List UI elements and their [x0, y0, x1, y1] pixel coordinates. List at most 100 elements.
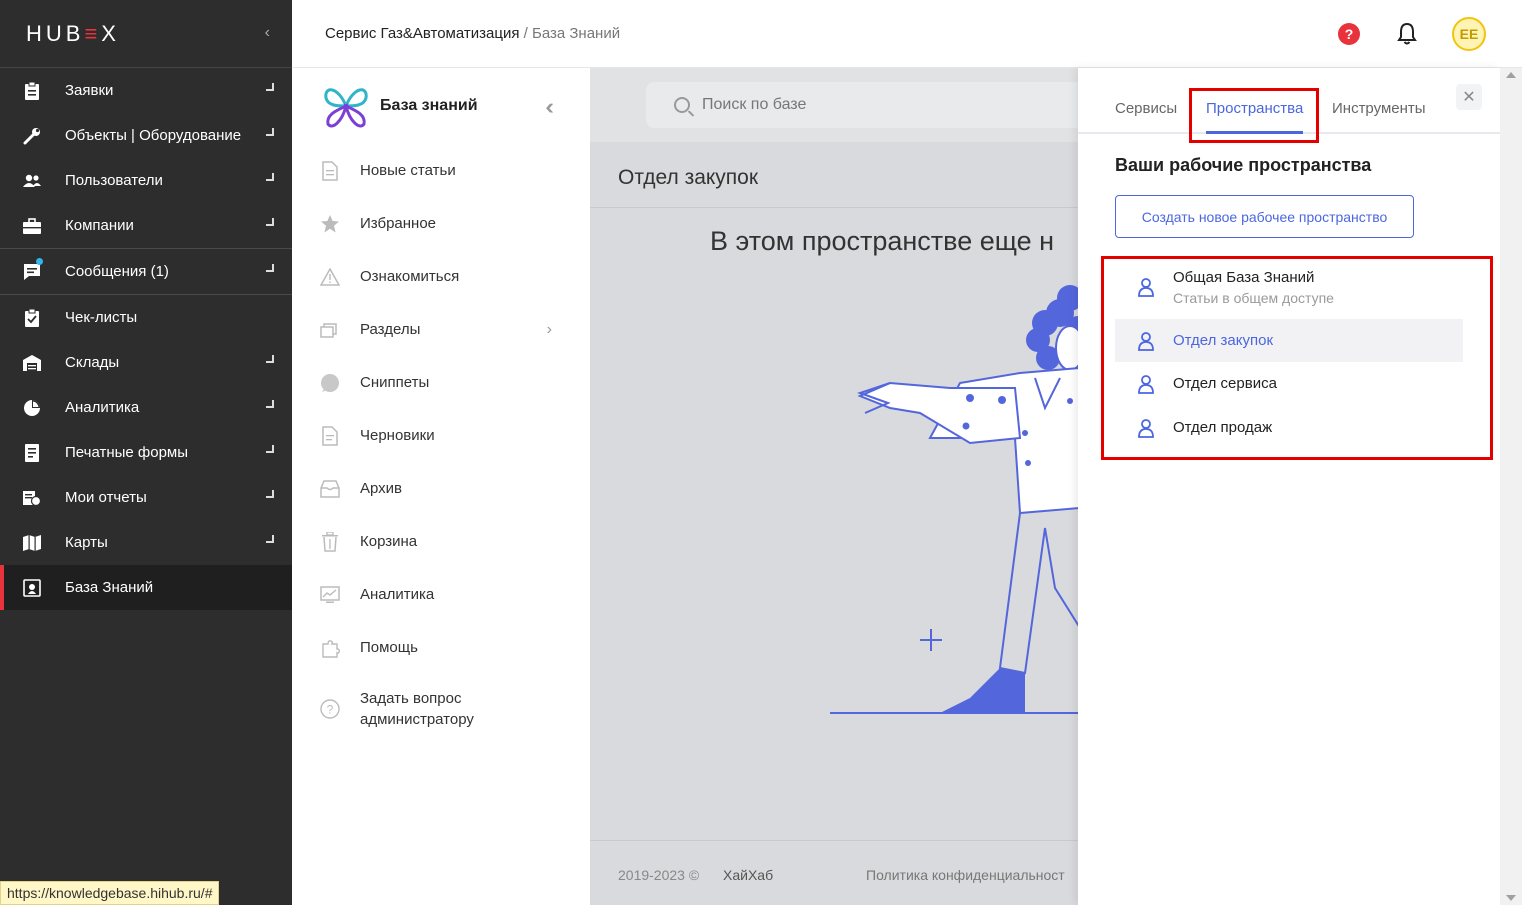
search-input[interactable]: Поиск по базе — [646, 82, 1078, 128]
unread-badge — [36, 258, 43, 265]
kb-item-label: Разделы — [360, 321, 421, 338]
kb-collapse-icon[interactable]: ‹‹ — [545, 94, 553, 120]
trash-icon — [320, 531, 340, 552]
sidebar-item-print-forms[interactable]: Печатные формы — [0, 430, 292, 475]
kb-item-review[interactable]: Ознакомиться — [292, 250, 590, 303]
sidebar-item-analytics[interactable]: Аналитика — [0, 385, 292, 430]
page-scrollbar[interactable] — [1500, 68, 1522, 905]
logo-bar: HUB≡X ‹ — [0, 0, 292, 68]
sidebar-item-label: Чек-листы — [65, 309, 138, 326]
kb-item-sections[interactable]: Разделы › — [292, 303, 590, 356]
pie-chart-icon — [22, 398, 42, 418]
workspace-item-general[interactable]: Общая База Знаний Статьи в общем доступе — [1115, 262, 1463, 312]
print-form-icon — [22, 443, 42, 463]
kb-item-drafts[interactable]: Черновики — [292, 409, 590, 462]
breadcrumb: Сервис Газ&Автоматизация / База Знаний — [325, 25, 620, 42]
create-workspace-button[interactable]: Создать новое рабочее пространство — [1115, 195, 1414, 238]
kb-item-label: Избранное — [360, 215, 437, 232]
workspace-item-sales[interactable]: Отдел продаж — [1115, 406, 1463, 449]
sidebar-item-my-reports[interactable]: Мои отчеты — [0, 475, 292, 520]
sidebar-item-objects[interactable]: Объекты | Оборудование — [0, 113, 292, 158]
top-header: Сервис Газ&Автоматизация / База Знаний ?… — [292, 0, 1522, 68]
panel-tabs: Сервисы Пространства Инструменты ✕ — [1078, 68, 1500, 143]
tab-services[interactable]: Сервисы — [1115, 100, 1177, 117]
user-avatar[interactable]: EE — [1452, 17, 1486, 51]
knowledge-icon — [22, 578, 42, 598]
document-icon — [320, 160, 340, 181]
bell-icon[interactable] — [1396, 22, 1418, 46]
scroll-down-icon[interactable] — [1506, 895, 1516, 901]
sidebar-item-label: Склады — [65, 354, 120, 371]
sidebar-item-users[interactable]: Пользователи — [0, 158, 292, 203]
sidebar-item-label: Заявки — [65, 82, 114, 99]
sidebar-collapse-icon[interactable]: ‹ — [265, 24, 270, 42]
kb-header: База знаний ‹‹ — [292, 68, 590, 144]
question-icon: ? — [320, 699, 340, 719]
sidebar-item-label: Мои отчеты — [65, 489, 147, 506]
kb-item-trash[interactable]: Корзина — [292, 515, 590, 568]
draft-icon — [320, 425, 340, 446]
reports-icon — [22, 488, 42, 508]
expand-icon — [266, 445, 274, 453]
kb-item-ask-admin[interactable]: ? Задать вопрос администратору — [292, 674, 590, 744]
users-icon — [22, 171, 42, 191]
kb-item-label: Черновики — [360, 427, 435, 444]
person-icon — [1138, 374, 1154, 394]
kb-item-new-articles[interactable]: Новые статьи — [292, 144, 590, 197]
scroll-up-icon[interactable] — [1506, 72, 1516, 78]
sidebar-item-knowledge-base[interactable]: База Знаний — [0, 565, 292, 610]
expand-icon — [266, 83, 274, 91]
sidebar-item-maps[interactable]: Карты — [0, 520, 292, 565]
kb-item-label: Новые статьи — [360, 162, 456, 179]
kb-item-favorites[interactable]: Избранное — [292, 197, 590, 250]
archive-icon — [320, 479, 340, 499]
workspace-name: Отдел закупок — [1173, 332, 1274, 349]
sidebar-item-checklists[interactable]: Чек-листы — [0, 295, 292, 340]
sidebar-item-label: Аналитика — [65, 399, 140, 416]
chevron-right-icon[interactable]: › — [547, 321, 552, 339]
hubex-logo[interactable]: HUB≡X — [26, 21, 120, 47]
close-icon[interactable]: ✕ — [1456, 84, 1482, 110]
tab-highlight-frame — [1189, 88, 1319, 143]
search-icon — [674, 97, 690, 113]
workspace-name: Отдел сервиса — [1173, 375, 1277, 392]
expand-icon — [266, 218, 274, 226]
sidebar-item-warehouses[interactable]: Склады — [0, 340, 292, 385]
expand-icon — [266, 173, 274, 181]
page-title: Отдел закупок — [618, 166, 759, 189]
workspace-name: Отдел продаж — [1173, 419, 1273, 436]
footer-privacy-link[interactable]: Политика конфиденциальност — [866, 867, 1065, 883]
expand-icon — [266, 128, 274, 136]
sidebar-item-label: Пользователи — [65, 172, 163, 189]
sidebar-item-companies[interactable]: Компании — [0, 203, 292, 248]
main-sidebar: HUB≡X ‹ Заявки Объекты | Оборудование По… — [0, 0, 292, 905]
expand-icon — [266, 264, 274, 272]
sidebar-item-label: Объекты | Оборудование — [65, 127, 242, 144]
kb-item-archive[interactable]: Архив — [292, 462, 590, 515]
kb-item-snippets[interactable]: Сниппеты — [292, 356, 590, 409]
workspaces-panel: Сервисы Пространства Инструменты ✕ Ваши … — [1078, 68, 1500, 905]
empty-state-illustration — [830, 285, 1078, 714]
wrench-icon — [22, 126, 42, 146]
kb-item-help[interactable]: Помощь — [292, 621, 590, 674]
kb-item-label: Ознакомиться — [360, 268, 460, 285]
footer-company-link[interactable]: ХайХаб — [723, 867, 773, 883]
tab-tools[interactable]: Инструменты — [1332, 100, 1426, 117]
expand-icon — [266, 400, 274, 408]
sidebar-item-messages[interactable]: Сообщения (1) — [0, 249, 292, 294]
kb-item-analytics[interactable]: Аналитика — [292, 568, 590, 621]
workspace-item-service[interactable]: Отдел сервиса — [1115, 362, 1463, 405]
clipboard-icon — [22, 81, 42, 101]
sidebar-item-requests[interactable]: Заявки — [0, 68, 292, 113]
kb-item-label: Корзина — [360, 533, 418, 550]
warning-icon — [320, 267, 340, 287]
workspace-item-procurement[interactable]: Отдел закупок — [1115, 319, 1463, 362]
breadcrumb-root[interactable]: Сервис Газ&Автоматизация — [325, 25, 519, 42]
help-icon[interactable]: ? — [1338, 23, 1360, 45]
footer: 2019-2023 © ХайХаб Политика конфиденциал… — [590, 840, 1078, 905]
kb-navigation: База знаний ‹‹ Новые статьи Избранное Оз… — [292, 68, 590, 905]
sidebar-item-label: Карты — [65, 534, 108, 551]
breadcrumb-current: База Знаний — [531, 25, 621, 42]
briefcase-icon — [22, 216, 42, 236]
kb-item-label: Архив — [360, 480, 403, 497]
